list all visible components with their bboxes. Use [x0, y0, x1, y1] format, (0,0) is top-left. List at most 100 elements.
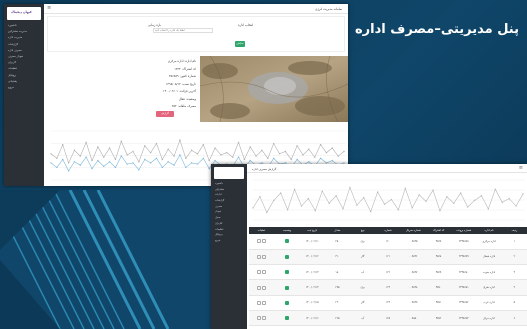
table-cell: ۱۲۱	[375, 249, 401, 266]
column-header[interactable]: نوع	[350, 227, 376, 234]
data-point	[190, 162, 193, 164]
data-point	[91, 167, 93, 170]
table-cell: اداره مرکزی	[476, 234, 502, 250]
data-point	[343, 150, 345, 153]
satellite-map[interactable]	[200, 56, 348, 122]
edit-icon[interactable]	[257, 300, 262, 305]
edit-icon[interactable]	[257, 239, 262, 244]
data-point	[390, 198, 393, 201]
report-button[interactable]: گزارش	[156, 111, 174, 117]
delete-icon[interactable]	[262, 239, 267, 244]
unit-select[interactable]: لطفا یک اداره را انتخاب کنید	[153, 28, 213, 33]
status-toggle[interactable]	[284, 254, 289, 259]
data-point	[179, 139, 181, 141]
data-point	[155, 142, 158, 145]
info-line: آخرین قرائت: ۱۴۰۰/۰۳/۰۱	[162, 89, 196, 93]
data-point	[173, 155, 175, 157]
data-point	[85, 141, 87, 144]
status-toggle[interactable]	[284, 300, 289, 305]
delete-icon[interactable]	[262, 300, 267, 305]
data-point	[79, 164, 81, 166]
topbar: گزارش مصرف اداره ≡	[247, 164, 527, 173]
edit-icon[interactable]	[257, 270, 262, 275]
data-point	[120, 140, 123, 142]
data-point	[286, 209, 289, 211]
hamburger-icon[interactable]: ≡	[519, 165, 523, 171]
table-cell: ۱۲۵	[375, 310, 401, 327]
data-point	[480, 195, 483, 197]
submit-button[interactable]: نمایش	[235, 41, 245, 47]
status-toggle[interactable]	[284, 316, 289, 321]
data-point	[314, 209, 317, 212]
column-header[interactable]: نام اداره	[476, 227, 502, 234]
table-cell: ۲۹۵	[324, 279, 351, 296]
column-header[interactable]: تاریخ ثبت	[299, 227, 325, 234]
table-cell: آب	[350, 310, 376, 327]
column-header[interactable]: وضعیت	[274, 227, 300, 234]
data-point	[252, 207, 254, 209]
status-toggle[interactable]	[284, 285, 289, 290]
delete-icon[interactable]	[262, 270, 267, 275]
hamburger-icon[interactable]: ≡	[47, 6, 52, 11]
delete-icon[interactable]	[262, 254, 267, 259]
data-point	[214, 159, 216, 162]
data-point	[114, 166, 117, 169]
data-point	[85, 156, 87, 158]
column-header[interactable]: ردیف	[501, 227, 527, 234]
data-point	[331, 147, 333, 149]
data-point	[50, 162, 52, 164]
series-line	[50, 139, 345, 164]
dashboard-screenshot-2: گزارش مصرف اداره ≡ داشبورد مشترکین ادارات گ…	[211, 164, 527, 329]
table-row: ۱۴۰۰/۰۲/۱۱ ۲۵۰ برق ۱۲۰ ۰۰۹۸۴۵ ۴۵۶۷ ۲۳۴۵۶۷۸ ادار…	[249, 234, 527, 250]
data-point	[308, 148, 310, 150]
data-point	[376, 191, 379, 193]
table-row: ۱۴۰۰/۰۲/۱۳ ۱۸۰ آب ۱۲۲ ۰۰۹۸۴۷ ۴۵۶۹ ۲۳۴۵۶۸۰ اداره…	[249, 264, 527, 281]
sidebar-item[interactable]: خروج	[215, 239, 245, 245]
data-point	[149, 162, 152, 164]
data-point	[185, 157, 187, 160]
info-line: نام اداره: اداره مرکزی	[167, 59, 196, 63]
column-header[interactable]: عملیات	[249, 227, 275, 234]
table-cell: ۲۳۴۵۶۸۲	[451, 295, 477, 311]
table-cell: ۰۰۹۸۴۹	[400, 295, 426, 311]
column-header[interactable]: شماره پرونده	[451, 227, 477, 234]
data-point	[349, 186, 351, 189]
column-header[interactable]: مقدار	[324, 227, 351, 234]
sidebar-item[interactable]: خروج	[8, 86, 42, 92]
table-cell	[274, 249, 300, 266]
table-cell: ۲	[501, 249, 527, 266]
column-header[interactable]: شماره سریال	[400, 227, 426, 234]
data-point	[453, 202, 455, 204]
table-cell: آب	[350, 264, 376, 281]
table-cell: ۲۶۵	[324, 310, 351, 327]
info-line: تاریخ نصب: ۱۳۹۸/۰۵/۱۲	[165, 81, 196, 86]
consumption-chart	[252, 179, 525, 221]
edit-icon[interactable]	[257, 254, 262, 259]
table-cell: ۰۰۹۸۴۸	[400, 279, 426, 296]
dashboard-screenshot-1: ≡ سامانه مدیریت انرژی کیهان دیجیتال داشب…	[4, 4, 348, 186]
delete-icon[interactable]	[262, 316, 267, 321]
data-point	[494, 188, 497, 191]
data-point	[397, 209, 400, 211]
edit-icon[interactable]	[257, 316, 262, 321]
data-point	[335, 195, 337, 197]
column-header[interactable]: شماره	[375, 227, 401, 234]
data-point	[515, 205, 517, 207]
data-point	[266, 211, 268, 214]
data-point	[331, 159, 333, 162]
data-point	[132, 150, 134, 153]
data-point	[126, 154, 128, 156]
table-cell	[274, 279, 300, 296]
data-point	[255, 155, 257, 157]
date-label: بازه زمانی	[148, 23, 162, 27]
table-cell: اداره جنوب	[476, 264, 502, 281]
data-point	[369, 210, 372, 213]
status-toggle[interactable]	[284, 239, 289, 244]
edit-icon[interactable]	[257, 285, 262, 290]
table-cell	[274, 295, 300, 311]
status-toggle[interactable]	[284, 270, 289, 275]
table-cell	[274, 310, 300, 327]
column-header[interactable]: کد اشتراک	[425, 227, 452, 234]
delete-icon[interactable]	[262, 285, 267, 290]
table-cell: ۰۰۹۸۴۵	[400, 234, 426, 250]
